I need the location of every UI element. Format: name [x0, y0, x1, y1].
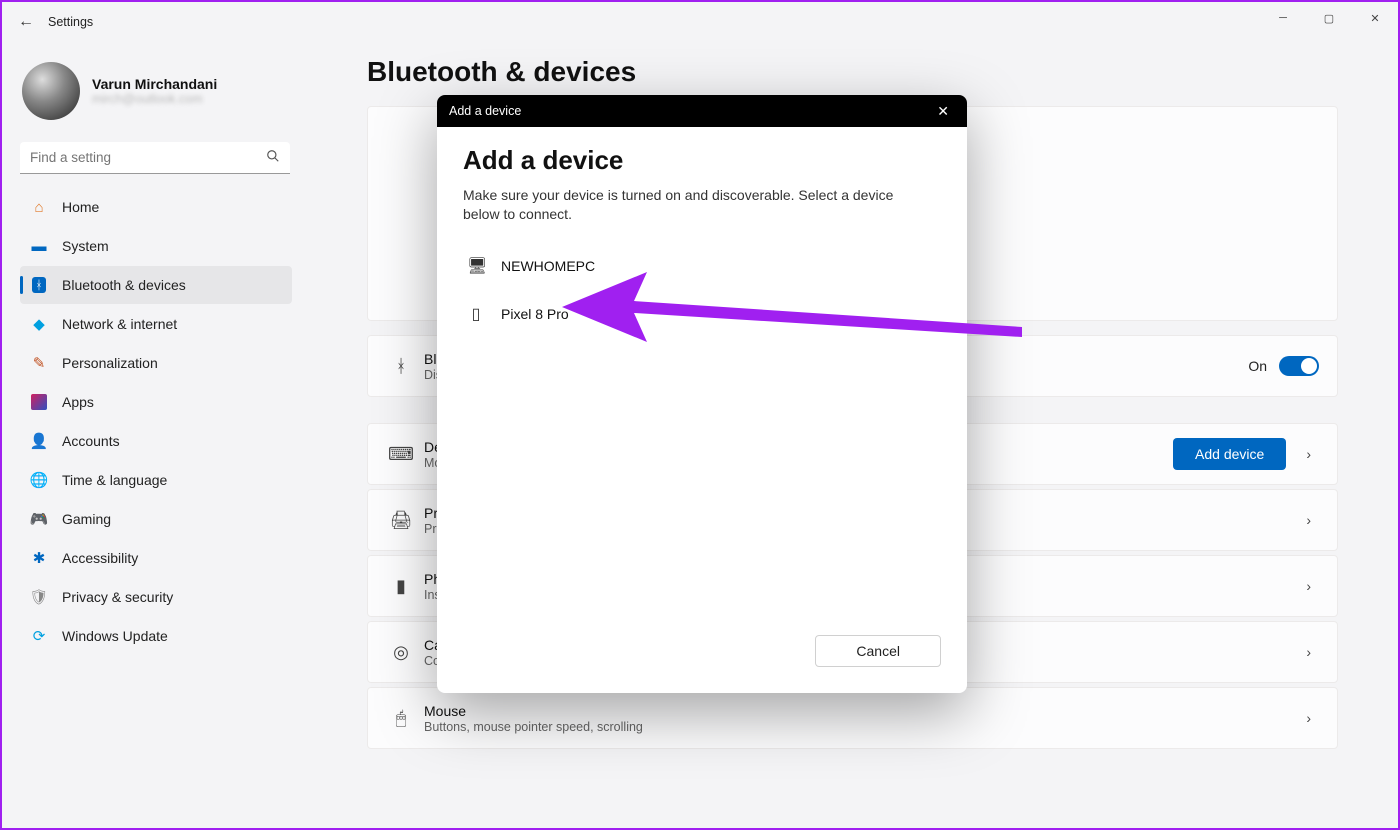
page-title: Bluetooth & devices	[367, 56, 1338, 88]
card-subtitle: Buttons, mouse pointer speed, scrolling	[424, 720, 1298, 734]
mouse-card[interactable]: 🖱 Mouse Buttons, mouse pointer speed, sc…	[367, 687, 1338, 749]
profile-block[interactable]: Varun Mirchandani mirch@outlook.com	[20, 56, 300, 138]
nav-label: Accessibility	[62, 550, 138, 566]
mouse-icon: 🖱	[386, 708, 416, 729]
nav-label: Time & language	[62, 472, 167, 488]
chevron-right-icon: ›	[1298, 578, 1319, 594]
devices-icon: ⌨	[386, 444, 416, 465]
nav-label: Apps	[62, 394, 94, 410]
search-input[interactable]	[20, 142, 290, 174]
sidebar: Varun Mirchandani mirch@outlook.com ⌂ Hom…	[20, 56, 300, 656]
accessibility-icon: ✱	[30, 549, 48, 567]
nav-network[interactable]: ◆ Network & internet	[20, 305, 292, 343]
chevron-right-icon: ›	[1298, 710, 1319, 726]
nav-label: Home	[62, 199, 99, 215]
shield-icon: 🛡	[30, 588, 48, 606]
close-dialog-button[interactable]: ✕	[931, 103, 955, 120]
printer-icon: 🖨	[386, 510, 416, 531]
brush-icon: ✎	[30, 354, 48, 372]
nav-accessibility[interactable]: ✱ Accessibility	[20, 539, 292, 577]
globe-icon: 🌐	[30, 471, 48, 489]
nav-home[interactable]: ⌂ Home	[20, 188, 292, 226]
phone-icon: ▯	[467, 304, 485, 324]
nav-system[interactable]: ▬ System	[20, 227, 292, 265]
close-window-button[interactable]: ✕	[1352, 2, 1398, 34]
avatar	[22, 62, 80, 120]
minimize-button[interactable]: ─	[1260, 2, 1306, 34]
device-item-pixel8pro[interactable]: ▯ Pixel 8 Pro	[463, 290, 941, 338]
discovered-devices-list: 🖥 NEWHOMEPC ▯ Pixel 8 Pro	[463, 242, 941, 338]
nav-list: ⌂ Home ▬ System ᚼ Bluetooth & devices ◆ Netw…	[20, 188, 300, 655]
nav-label: Privacy & security	[62, 589, 173, 605]
cancel-button[interactable]: Cancel	[815, 635, 941, 667]
phone-icon: ▮	[386, 576, 416, 597]
nav-accounts[interactable]: 👤 Accounts	[20, 422, 292, 460]
search-box[interactable]	[20, 142, 290, 174]
camera-icon: ◎	[386, 642, 416, 663]
system-icon: ▬	[30, 237, 48, 255]
nav-personalization[interactable]: ✎ Personalization	[20, 344, 292, 382]
nav-label: Bluetooth & devices	[62, 277, 186, 293]
chevron-right-icon: ›	[1298, 644, 1319, 660]
toggle-label: On	[1248, 358, 1267, 374]
wifi-icon: ◆	[30, 315, 48, 333]
add-device-button[interactable]: Add device	[1173, 438, 1286, 470]
update-icon: ⟳	[30, 627, 48, 645]
bluetooth-toggle[interactable]	[1279, 356, 1319, 376]
add-device-dialog: Add a device ✕ Add a device Make sure yo…	[437, 95, 967, 693]
profile-email: mirch@outlook.com	[92, 92, 217, 106]
nav-time-language[interactable]: 🌐 Time & language	[20, 461, 292, 499]
person-icon: 👤	[30, 432, 48, 450]
apps-icon	[30, 393, 48, 411]
nav-bluetooth-devices[interactable]: ᚼ Bluetooth & devices	[20, 266, 292, 304]
nav-label: System	[62, 238, 109, 254]
nav-windows-update[interactable]: ⟳ Windows Update	[20, 617, 292, 655]
bluetooth-icon: ᚼ	[386, 356, 416, 377]
bluetooth-icon: ᚼ	[30, 276, 48, 294]
home-icon: ⌂	[30, 198, 48, 216]
device-name: NEWHOMEPC	[501, 258, 595, 274]
desktop-icon: 🖥	[467, 256, 485, 276]
nav-label: Network & internet	[62, 316, 177, 332]
title-bar: ← Settings	[2, 2, 1398, 42]
profile-name: Varun Mirchandani	[92, 76, 217, 92]
dialog-heading: Add a device	[463, 145, 941, 176]
nav-gaming[interactable]: 🎮 Gaming	[20, 500, 292, 538]
dialog-description: Make sure your device is turned on and d…	[463, 186, 923, 224]
chevron-right-icon: ›	[1298, 512, 1319, 528]
search-icon	[266, 149, 280, 166]
nav-privacy-security[interactable]: 🛡 Privacy & security	[20, 578, 292, 616]
device-item-newhomepc[interactable]: 🖥 NEWHOMEPC	[463, 242, 941, 290]
dialog-window-title: Add a device	[449, 104, 521, 118]
back-button[interactable]: ←	[14, 13, 38, 31]
dialog-titlebar: Add a device ✕	[437, 95, 967, 127]
window-title: Settings	[48, 15, 93, 29]
device-name: Pixel 8 Pro	[501, 306, 569, 322]
maximize-button[interactable]: ▢	[1306, 2, 1352, 34]
nav-label: Gaming	[62, 511, 111, 527]
nav-label: Windows Update	[62, 628, 168, 644]
nav-apps[interactable]: Apps	[20, 383, 292, 421]
gamepad-icon: 🎮	[30, 510, 48, 528]
nav-label: Accounts	[62, 433, 120, 449]
card-title: Mouse	[424, 703, 1298, 719]
window-controls: ─ ▢ ✕	[1260, 2, 1398, 34]
chevron-right-icon: ›	[1298, 446, 1319, 462]
nav-label: Personalization	[62, 355, 158, 371]
